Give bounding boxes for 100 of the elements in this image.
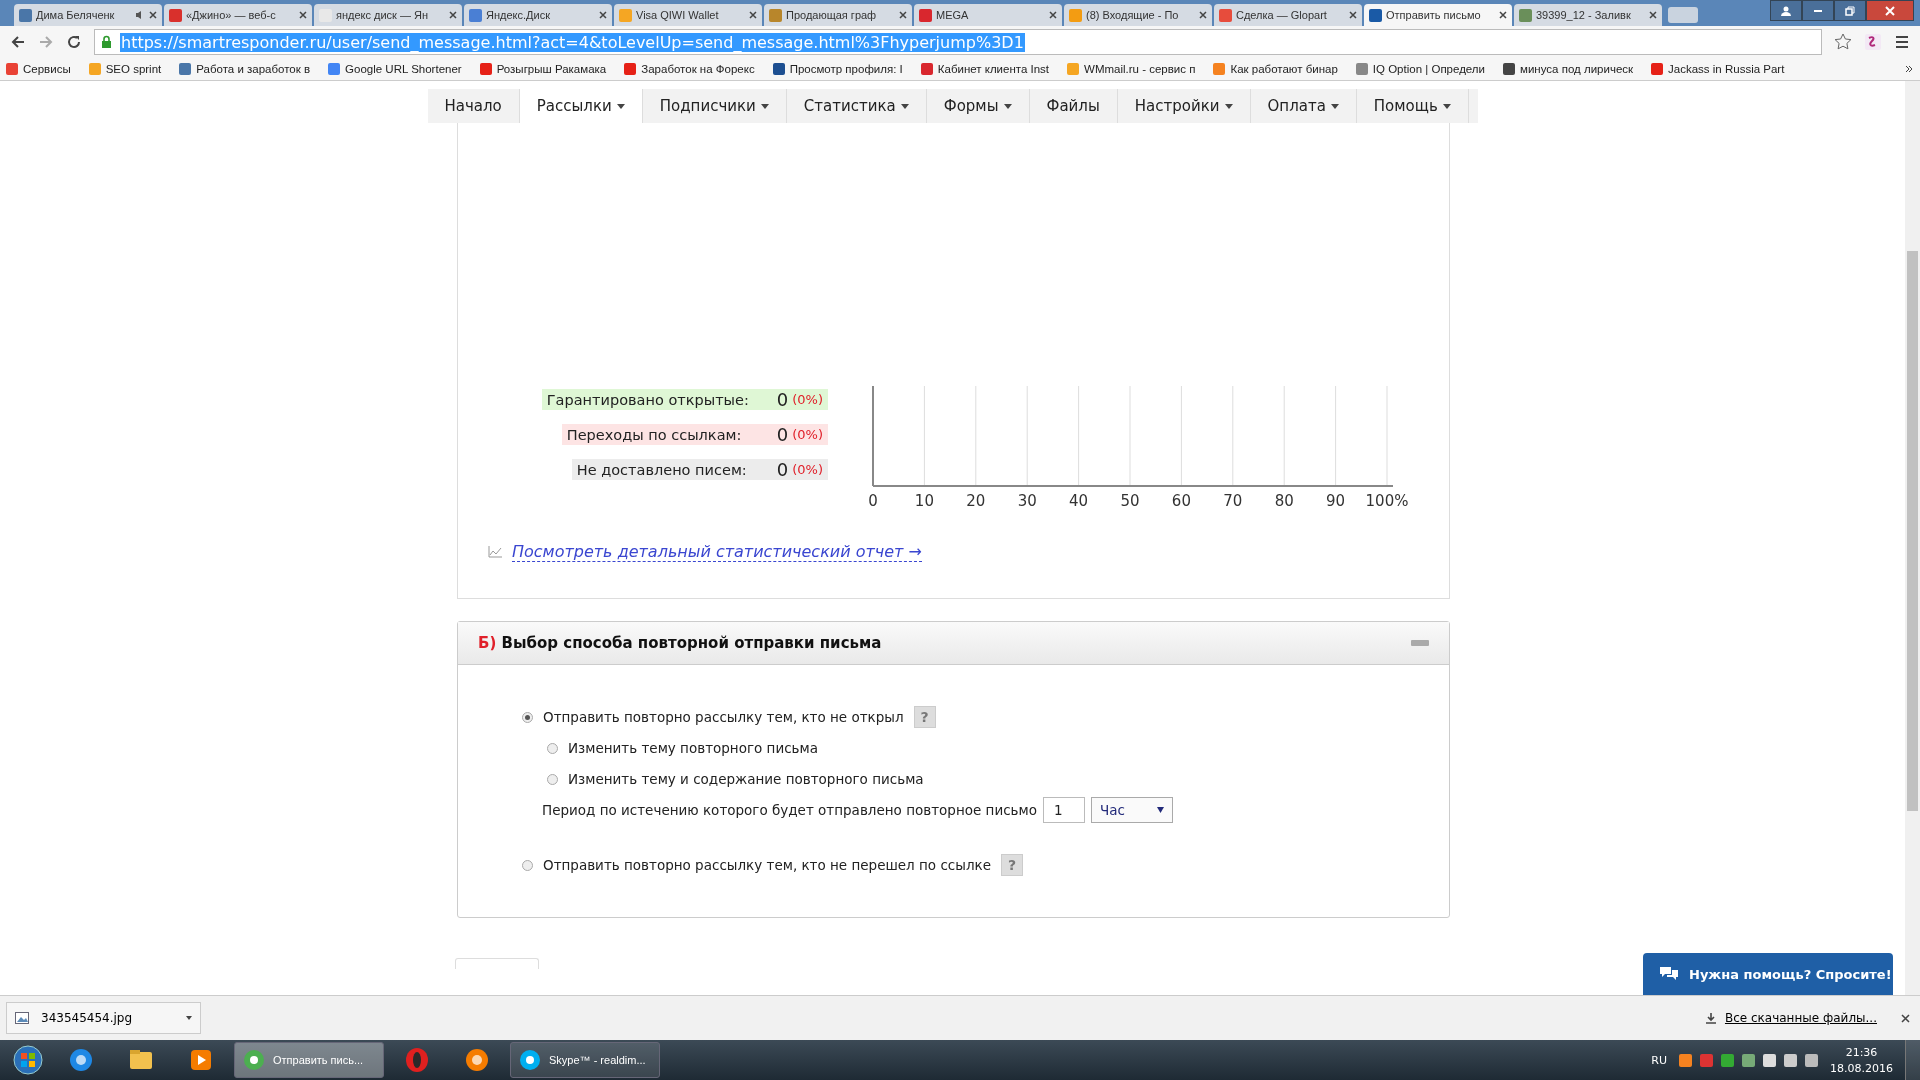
option-label: Изменить тему и содержание повторного письма (568, 771, 924, 787)
download-item[interactable]: 343545454.jpg (6, 1002, 201, 1034)
app-icon (243, 1049, 265, 1071)
browser-tab[interactable]: (8) Входящие - По (1064, 4, 1212, 26)
language-indicator[interactable]: RU (1651, 1053, 1667, 1067)
chart-icon (488, 546, 502, 558)
nav-tab[interactable]: Статистика (786, 89, 927, 123)
nav-tab[interactable]: Рассылки (519, 89, 643, 123)
close-icon[interactable] (1649, 11, 1657, 19)
taskbar-window[interactable]: Skype™ - realdim... (510, 1042, 660, 1078)
chevron-icon[interactable] (1904, 64, 1914, 74)
back-icon[interactable] (10, 34, 26, 50)
tick-label: 30 (1017, 492, 1037, 510)
unit-dropdown[interactable]: Час (1091, 797, 1173, 823)
help-chat-button[interactable]: Нужна помощь? Спросите! (1643, 953, 1893, 995)
app-icon (519, 1049, 541, 1071)
option-label: Отправить повторно рассылку тем, кто не открыл (543, 709, 904, 725)
browser-tab[interactable]: Сделка — Glopart (1214, 4, 1362, 26)
caret-icon[interactable] (186, 1016, 192, 1020)
tick-label: 80 (1274, 492, 1294, 510)
browser-tab[interactable]: яндекс диск — Ян (314, 4, 462, 26)
image-file-icon (15, 1012, 29, 1024)
bookmark-item[interactable]: Розыгрыш Ракамака (479, 63, 607, 75)
bookmark-item[interactable]: Работа и заработок в (179, 63, 311, 75)
radio-button[interactable] (522, 859, 533, 871)
browser-tab[interactable]: «Джино» — веб-с (164, 4, 312, 26)
bookmark-item[interactable]: Заработок на Форекс (624, 63, 755, 75)
stat-label: Не доставлено писем: (576, 461, 748, 478)
bookmark-item[interactable]: Кабинет клиента Inst (920, 63, 1050, 75)
nav-tab[interactable]: Помощь (1356, 89, 1469, 123)
close-icon[interactable] (899, 11, 907, 19)
taskbar-window[interactable]: Отправить пись... (234, 1042, 384, 1078)
browser-tab[interactable]: MEGA (914, 4, 1062, 26)
close-icon[interactable] (1499, 11, 1507, 19)
bookmark-item[interactable]: Просмотр профиля: I (772, 63, 903, 75)
nav-tab[interactable]: Настройки (1117, 89, 1251, 123)
close-icon[interactable] (299, 11, 307, 19)
tick-label: 60 (1171, 492, 1191, 510)
tick-label: 90 (1326, 492, 1346, 510)
browser-tab[interactable]: Отправить письмо (1364, 4, 1512, 26)
restore-button[interactable] (1834, 0, 1866, 21)
period-label: Период по истечению которого будет отправлено повторное письмо (542, 802, 1037, 818)
close-button[interactable] (1866, 0, 1914, 21)
section-title: Б) Выбор способа повторной отправки письма (478, 634, 882, 652)
browser-tab[interactable]: Продающая граф (764, 4, 912, 26)
close-icon[interactable] (449, 11, 457, 19)
stat-value: 0 (776, 389, 789, 410)
bookmark-item[interactable]: минуса под лирическ (1503, 63, 1634, 75)
close-icon[interactable] (1049, 11, 1057, 19)
close-icon[interactable] (749, 11, 757, 19)
stat-label: Переходы по ссылкам: (566, 426, 743, 443)
nav-tab[interactable]: Оплата (1250, 89, 1357, 123)
radio-button[interactable] (547, 742, 558, 754)
clock[interactable]: 21:36 18.08.2016 (1830, 1045, 1893, 1075)
close-icon[interactable] (599, 11, 607, 19)
nav-tab[interactable]: Начало (427, 89, 520, 123)
all-downloads-link[interactable]: Все скачанные файлы... (1724, 1011, 1877, 1025)
scrollbar[interactable] (1905, 81, 1920, 995)
tick-label: 100% (1365, 492, 1409, 510)
browser-tab[interactable]: 39399_12 - Заливк (1514, 4, 1662, 26)
stat-value: 0 (776, 459, 789, 480)
nav-tab[interactable]: Формы (926, 89, 1030, 123)
bookmark-item[interactable]: Jackass in Russia Part (1651, 63, 1785, 75)
tick-label: 0 (868, 492, 878, 510)
user-button[interactable] (1770, 0, 1802, 21)
caret-icon (1157, 807, 1164, 813)
close-icon[interactable] (149, 11, 157, 19)
tick-label: 20 (966, 492, 986, 510)
bookmark-item[interactable]: WMmail.ru - сервис п (1067, 63, 1196, 75)
option-label: Отправить повторно рассылку тем, кто не перешел по ссылке (543, 857, 991, 873)
minimize-button[interactable] (1802, 0, 1834, 21)
bookmark-item[interactable]: SEO sprint (88, 63, 162, 75)
nav-tab[interactable]: Подписчики (642, 89, 787, 123)
browser-tab[interactable]: Visa QIWI Wallet (614, 4, 762, 26)
person-icon (1781, 5, 1791, 16)
browser-tab[interactable]: Дима Беляченк (14, 4, 162, 26)
tray-icons-drawing[interactable] (1679, 1053, 1818, 1067)
report-link[interactable]: Посмотреть детальный статистический отчет → (512, 542, 922, 562)
radio-button[interactable] (547, 773, 558, 785)
browser-tab[interactable]: Яндекс.Диск (464, 4, 612, 26)
tick-label: 70 (1223, 492, 1243, 510)
bookmark-item[interactable]: Сервисы (6, 63, 71, 75)
input-field[interactable]: 1 (1043, 797, 1085, 823)
close-icon[interactable] (1901, 1013, 1910, 1023)
tick-label: 40 (1069, 492, 1089, 510)
bookmark-item[interactable]: Как работают бинар (1213, 63, 1338, 75)
extension-icon[interactable] (1864, 33, 1882, 51)
stat-percent: (0%) (792, 427, 823, 442)
star-icon[interactable] (1834, 33, 1852, 51)
close-icon[interactable] (1349, 11, 1357, 19)
bookmark-item[interactable]: IQ Option | Определи (1355, 63, 1485, 75)
nav-tab[interactable]: Файлы (1029, 89, 1118, 123)
radio-button[interactable] (522, 711, 533, 723)
download-icon (1704, 1012, 1717, 1024)
tick-label: 10 (914, 492, 934, 510)
bookmark-item[interactable]: Google URL Shortener (328, 63, 462, 75)
reload-icon[interactable] (66, 34, 82, 50)
chat-icon (1659, 966, 1679, 982)
menu-icon[interactable] (1894, 34, 1910, 50)
close-icon[interactable] (1199, 11, 1207, 19)
